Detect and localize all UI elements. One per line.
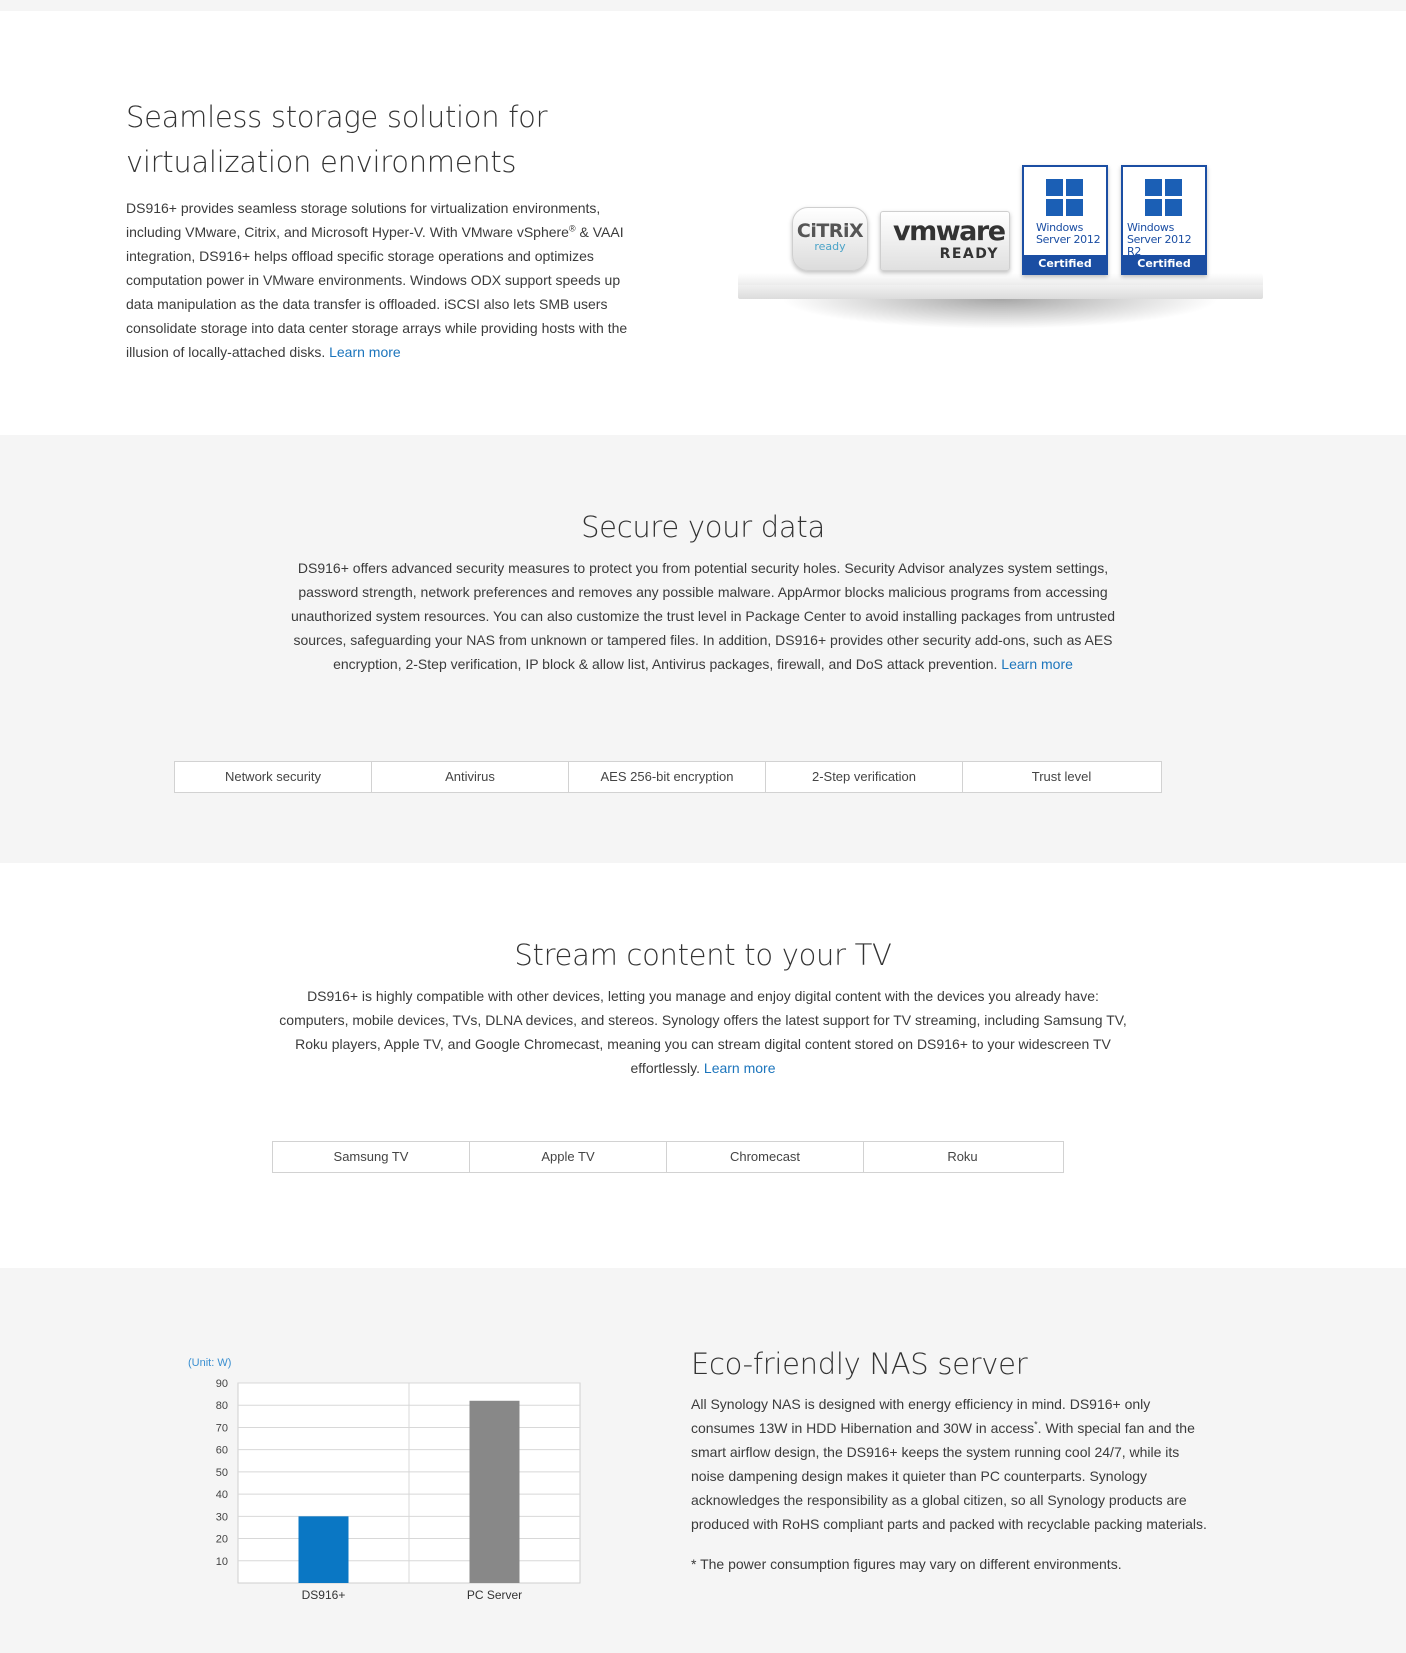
secure-body-text: DS916+ offers advanced security measures… [290, 560, 1116, 672]
tab-apple-tv[interactable]: Apple TV [470, 1142, 667, 1172]
chart-y-tick-label: 70 [216, 1422, 228, 1434]
chart-x-tick-label: PC Server [467, 1588, 522, 1602]
windows-icon [1046, 179, 1084, 217]
eco-title: Eco-friendly NAS server [691, 1347, 1028, 1381]
virtualization-learn-more-link[interactable]: Learn more [329, 344, 401, 360]
windows-label-line2: Server 2012 [1036, 233, 1101, 246]
eco-body-part2: . With special fan and the smart airflow… [691, 1420, 1207, 1532]
tab-trust-level[interactable]: Trust level [963, 762, 1160, 792]
virtualization-text: Seamless storage solution for virtualiza… [126, 95, 646, 364]
virtualization-body: DS916+ provides seamless storage solutio… [126, 196, 646, 364]
chart-y-tick-label: 80 [216, 1400, 228, 1412]
virtualization-title: Seamless storage solution for virtualiza… [126, 95, 646, 185]
secure-body: DS916+ offers advanced security measures… [278, 556, 1128, 676]
eco-section: (Unit: W) 10 20 30 40 50 60 70 80 90 DS916+ PC Serv… [0, 1268, 1406, 1653]
secure-section: Secure your data DS916+ offers advanced … [0, 435, 1406, 863]
chart-bar-ds916- [298, 1516, 349, 1583]
chart-y-tick-label: 90 [216, 1378, 228, 1390]
chart-y-tick-label: 60 [216, 1445, 228, 1457]
eco-text: Eco-friendly NAS server All Synology NAS… [691, 1346, 1211, 1572]
shelf [738, 283, 1263, 299]
windows-server-2012-label: Windows Server 2012 [1036, 222, 1101, 246]
power-consumption-chart: (Unit: W) 10 20 30 40 50 60 70 80 90 DS916+ PC Serv… [188, 1357, 581, 1602]
chart-y-tick-label: 50 [216, 1467, 228, 1479]
chart-y-tick-label: 10 [216, 1556, 228, 1568]
vmware-logo-text: vmware [893, 216, 1006, 247]
tab-chromecast[interactable]: Chromecast [667, 1142, 864, 1172]
chart-x-tick-label: DS916+ [302, 1588, 346, 1602]
citrix-ready-logo: CiTRiX ready [792, 207, 868, 271]
vmware-ready-text: READY [939, 246, 999, 262]
certified-label: Certified [1123, 255, 1205, 273]
security-tabs: Network security Antivirus AES 256-bit e… [174, 761, 1162, 793]
stream-body: DS916+ is highly compatible with other d… [273, 984, 1133, 1080]
tab-roku[interactable]: Roku [864, 1142, 1061, 1172]
tv-tabs: Samsung TV Apple TV Chromecast Roku [272, 1141, 1064, 1173]
citrix-logo-text: CiTRiX [796, 220, 864, 242]
chart-bar-pc-server [469, 1400, 520, 1583]
shelf-shadow [780, 299, 1220, 329]
top-strip [0, 0, 1406, 11]
stream-section: Stream content to your TV DS916+ is high… [0, 863, 1406, 1268]
windows-icon [1145, 179, 1183, 217]
registered-mark: ® [568, 223, 576, 234]
tab-samsung-tv[interactable]: Samsung TV [273, 1142, 470, 1172]
virtualization-title-line1: Seamless storage solution for [126, 100, 548, 134]
windows-server-2012-r2-certified-logo: Windows Server 2012 R2 Certified [1121, 165, 1207, 275]
chart-y-tick-label: 30 [216, 1511, 228, 1523]
stream-learn-more-link[interactable]: Learn more [704, 1060, 776, 1076]
tab-network-security[interactable]: Network security [175, 762, 372, 792]
virtualization-section: Seamless storage solution for virtualiza… [0, 11, 1406, 435]
tab-2-step-verification[interactable]: 2-Step verification [766, 762, 963, 792]
windows-server-2012-certified-logo: Windows Server 2012 Certified [1022, 165, 1108, 275]
secure-learn-more-link[interactable]: Learn more [1001, 656, 1073, 672]
chart-unit-label: (Unit: W) [188, 1357, 231, 1369]
virtualization-body-part1: DS916+ provides seamless storage solutio… [126, 200, 601, 240]
tab-aes-encryption[interactable]: AES 256-bit encryption [569, 762, 766, 792]
chart-y-tick-label: 20 [216, 1534, 228, 1546]
stream-title: Stream content to your TV [514, 938, 892, 972]
vmware-ready-logo: vmware READY [880, 211, 1010, 271]
certified-label: Certified [1024, 255, 1106, 273]
tab-antivirus[interactable]: Antivirus [372, 762, 569, 792]
virtualization-body-part2: & VAAI integration, DS916+ helps offload… [126, 224, 628, 360]
secure-title: Secure your data [581, 510, 825, 544]
chart-y-tick-label: 40 [216, 1489, 228, 1501]
windows-server-2012-r2-label: Windows Server 2012 R2 [1127, 222, 1205, 258]
virtualization-title-line2: virtualization environments [126, 145, 517, 179]
power-consumption-note: * The power consumption figures may vary… [691, 1556, 1122, 1572]
eco-body: All Synology NAS is designed with energy… [691, 1392, 1211, 1536]
